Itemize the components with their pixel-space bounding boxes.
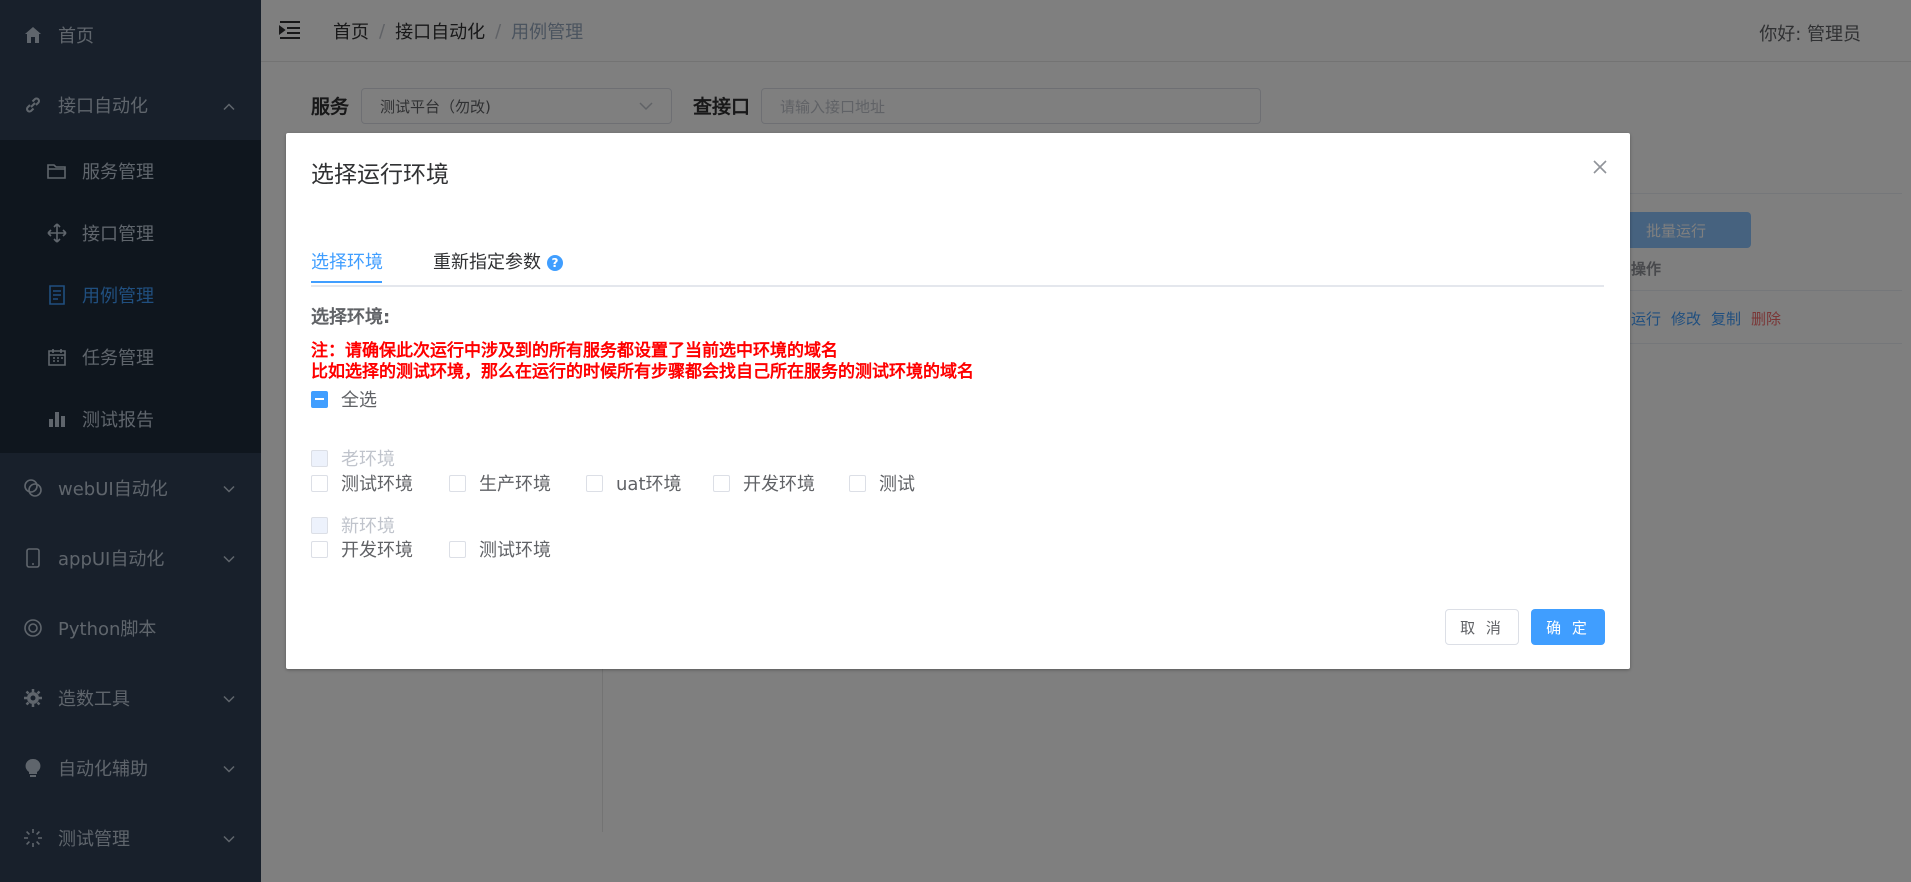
tab-active-indicator — [311, 281, 382, 283]
group-checkbox-old-env: 老环境 — [311, 445, 395, 471]
confirm-button[interactable]: 确 定 — [1531, 609, 1605, 645]
checkbox-label: 全选 — [341, 390, 377, 411]
env-checkbox[interactable]: 生产环境 — [449, 470, 551, 496]
run-env-dialog: 选择运行环境 选择环境 重新指定参数? 选择环境: 注：请确保此次运行中涉及到的… — [286, 133, 1630, 669]
checkbox — [311, 540, 328, 558]
checkbox-disabled — [311, 516, 328, 534]
checkbox-indeterminate — [311, 390, 328, 408]
env-checkbox[interactable]: 开发环境 — [311, 536, 413, 562]
section-label: 选择环境: — [311, 307, 391, 328]
checkbox-label: uat环境 — [616, 474, 682, 495]
help-icon[interactable]: ? — [547, 255, 563, 271]
checkbox-label: 测试 — [879, 474, 915, 495]
cancel-button[interactable]: 取 消 — [1445, 609, 1519, 645]
tab-label: 重新指定参数 — [433, 252, 541, 273]
checkbox — [713, 474, 730, 492]
checkbox — [449, 540, 466, 558]
env-checkbox[interactable]: 开发环境 — [713, 470, 815, 496]
checkbox-label: 老环境 — [341, 449, 395, 470]
checkbox-label: 新环境 — [341, 516, 395, 537]
tab-label: 选择环境 — [311, 252, 383, 273]
checkbox — [586, 474, 603, 492]
select-all-checkbox[interactable]: 全选 — [311, 386, 377, 412]
dialog-tabs: 选择环境 重新指定参数? — [311, 245, 1604, 287]
group-checkbox-new-env: 新环境 — [311, 512, 395, 538]
env-checkbox[interactable]: 测试环境 — [311, 470, 413, 496]
checkbox-label: 开发环境 — [341, 540, 413, 561]
tab-respecify-params[interactable]: 重新指定参数? — [433, 245, 563, 281]
checkbox — [849, 474, 866, 492]
checkbox-label: 开发环境 — [743, 474, 815, 495]
tab-select-env[interactable]: 选择环境 — [311, 245, 383, 283]
env-checkbox[interactable]: 测试 — [849, 470, 915, 496]
env-checkbox[interactable]: 测试环境 — [449, 536, 551, 562]
dialog-title: 选择运行环境 — [311, 162, 449, 188]
checkbox-label: 测试环境 — [479, 540, 551, 561]
warning-line-2: 比如选择的测试环境，那么在运行的时候所有步骤都会找自己所在服务的测试环境的域名 — [311, 362, 974, 382]
checkbox-label: 测试环境 — [341, 474, 413, 495]
checkbox — [311, 474, 328, 492]
checkbox-label: 生产环境 — [479, 474, 551, 495]
checkbox — [449, 474, 466, 492]
checkbox-disabled — [311, 449, 328, 467]
close-icon[interactable] — [1592, 159, 1608, 175]
env-checkbox[interactable]: uat环境 — [586, 470, 682, 496]
